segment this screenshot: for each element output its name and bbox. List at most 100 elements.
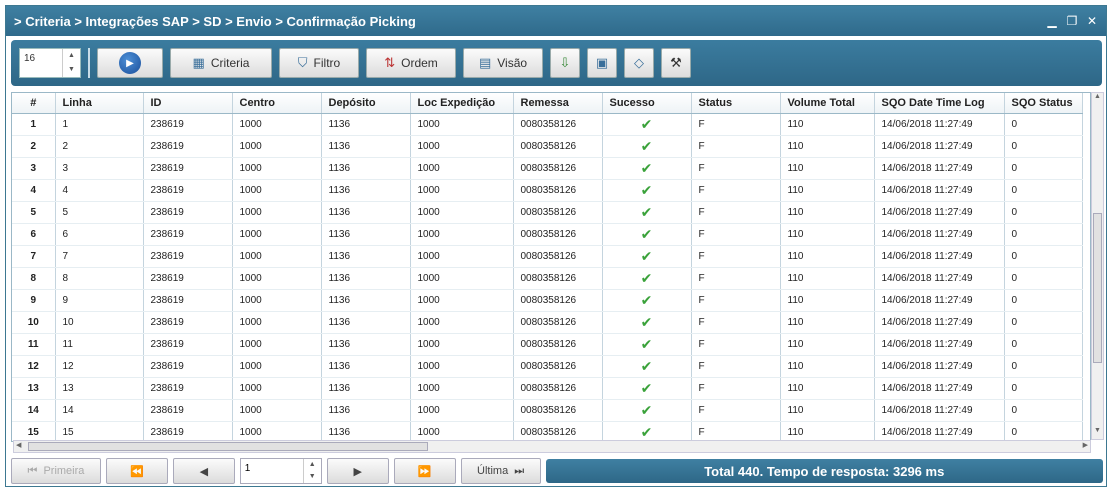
horizontal-scrollbar[interactable]: ◀ ▶ [13, 440, 1091, 453]
stepper-up-icon[interactable]: ▲ [63, 49, 80, 63]
close-icon[interactable]: ✕ [1086, 14, 1098, 28]
row-number: 4 [12, 179, 56, 202]
table-cell: 110 [780, 157, 875, 180]
table-cell: 1000 [232, 311, 322, 334]
last-page-icon: ⏭ [514, 464, 525, 477]
table-cell: 0 [1004, 421, 1083, 441]
table-cell: 14/06/2018 11:27:49 [874, 421, 1005, 441]
page-up-icon[interactable]: ▲ [304, 459, 321, 471]
table-cell: 0080358126 [513, 377, 603, 400]
stepper-down-icon[interactable]: ▼ [63, 63, 80, 77]
page-size-stepper[interactable]: 16 ▲ ▼ [19, 48, 81, 78]
table-row[interactable]: 6 6 238619 1000 1136 1000 0080358126 ✔ F 110 14/06… [12, 223, 1083, 246]
horizontal-scroll-thumb[interactable] [28, 442, 428, 451]
table-cell: F [691, 245, 781, 268]
table-row[interactable]: 5 5 238619 1000 1136 1000 0080358126 ✔ F 110 14/06… [12, 201, 1083, 224]
criteria-button[interactable]: ▦ Criteria [170, 48, 272, 78]
table-row[interactable]: 7 7 238619 1000 1136 1000 0080358126 ✔ F 110 14/06… [12, 245, 1083, 268]
table-row[interactable]: 13 13 238619 1000 1136 1000 0080358126 ✔ F 110 14/… [12, 377, 1083, 400]
next-block-button[interactable]: ⏩ [393, 458, 456, 484]
column-header[interactable]: Remessa [513, 93, 603, 114]
column-header[interactable]: Depósito [321, 93, 411, 114]
table-cell: 1136 [321, 179, 411, 202]
page-size-value[interactable]: 16 [20, 49, 62, 77]
table-cell: 1000 [232, 267, 322, 290]
ordem-button[interactable]: ⇅ Ordem [366, 48, 456, 78]
visao-label: Visão [497, 56, 528, 70]
column-header[interactable]: Loc Expedição [410, 93, 514, 114]
table-cell: 1000 [410, 245, 514, 268]
first-page-button[interactable]: ⏮ Primeira [11, 458, 101, 484]
checkmark-icon: ✔ [602, 267, 692, 290]
vertical-scroll-thumb[interactable] [1093, 213, 1102, 363]
vertical-scrollbar[interactable]: ▲ ▼ [1091, 92, 1104, 440]
table-cell: 1000 [232, 135, 322, 158]
execute-button[interactable]: ▶ [97, 48, 163, 78]
table-cell: 238619 [143, 289, 233, 312]
table-cell: 2 [55, 135, 144, 158]
table-cell: 14/06/2018 11:27:49 [874, 113, 1005, 136]
table-cell: F [691, 157, 781, 180]
table-row[interactable]: 11 11 238619 1000 1136 1000 0080358126 ✔ F 110 14/… [12, 333, 1083, 356]
scroll-up-icon[interactable]: ▲ [1092, 93, 1103, 105]
table-row[interactable]: 12 12 238619 1000 1136 1000 0080358126 ✔ F 110 14/… [12, 355, 1083, 378]
table-row[interactable]: 10 10 238619 1000 1136 1000 0080358126 ✔ F 110 14/… [12, 311, 1083, 334]
column-header[interactable]: Centro [232, 93, 322, 114]
column-header[interactable]: Volume Total [780, 93, 875, 114]
row-number: 15 [12, 421, 56, 441]
view-grid-icon: ▤ [478, 55, 492, 70]
table-cell: 14 [55, 399, 144, 422]
table-row[interactable]: 8 8 238619 1000 1136 1000 0080358126 ✔ F 110 14/06… [12, 267, 1083, 290]
column-header[interactable]: Linha [55, 93, 144, 114]
table-cell: 0080358126 [513, 201, 603, 224]
table-cell: 238619 [143, 355, 233, 378]
column-header[interactable]: ID [143, 93, 233, 114]
table-cell: 1136 [321, 355, 411, 378]
table-cell: 1000 [410, 377, 514, 400]
restore-icon[interactable]: ❐ [1066, 14, 1078, 28]
page-number-stepper[interactable]: 1 ▲ ▼ [239, 458, 322, 484]
table-cell: F [691, 333, 781, 356]
column-header[interactable]: SQO Date Time Log [874, 93, 1005, 114]
table-cell: 1000 [410, 311, 514, 334]
table-cell: 238619 [143, 311, 233, 334]
export-button[interactable]: ⇩ [550, 48, 580, 78]
data-grid: # Linha ID Centro Depósito Loc Expedição Remes… [11, 92, 1091, 442]
tools-button[interactable]: ⚒ [661, 48, 691, 78]
save-button[interactable]: ▣ [587, 48, 617, 78]
table-cell: 1000 [232, 223, 322, 246]
visao-button[interactable]: ▤ Visão [463, 48, 543, 78]
prev-block-button[interactable]: ⏪ [105, 458, 168, 484]
column-header[interactable]: # [12, 93, 56, 114]
table-row[interactable]: 4 4 238619 1000 1136 1000 0080358126 ✔ F 110 14/06… [12, 179, 1083, 202]
fast-forward-icon: ⏩ [417, 465, 432, 478]
minimize-icon[interactable]: ▁ [1046, 14, 1058, 28]
last-page-button[interactable]: Última ⏭ [460, 458, 541, 484]
window-controls: ▁ ❐ ✕ [1046, 14, 1106, 28]
table-cell: 10 [55, 311, 144, 334]
scroll-left-icon[interactable]: ◀ [16, 441, 21, 449]
scroll-down-icon[interactable]: ▼ [1092, 427, 1103, 439]
filtro-button[interactable]: ⛉ Filtro [279, 48, 359, 78]
table-cell: 0080358126 [513, 179, 603, 202]
prev-page-button[interactable]: ◀ [172, 458, 235, 484]
code-button[interactable]: ◇ [624, 48, 654, 78]
column-header[interactable]: Sucesso [602, 93, 692, 114]
table-cell: 0 [1004, 399, 1083, 422]
table-row[interactable]: 15 15 238619 1000 1136 1000 0080358126 ✔ F 110 14/… [12, 421, 1083, 441]
table-row[interactable]: 9 9 238619 1000 1136 1000 0080358126 ✔ F 110 14/06… [12, 289, 1083, 312]
table-cell: 1136 [321, 267, 411, 290]
table-cell: 14/06/2018 11:27:49 [874, 333, 1005, 356]
scroll-right-icon[interactable]: ▶ [1083, 441, 1088, 449]
table-row[interactable]: 3 3 238619 1000 1136 1000 0080358126 ✔ F 110 14/06… [12, 157, 1083, 180]
column-header[interactable]: SQO Status [1004, 93, 1083, 114]
page-down-icon[interactable]: ▼ [304, 471, 321, 483]
page-number-value[interactable]: 1 [241, 459, 303, 483]
table-row[interactable]: 1 1 238619 1000 1136 1000 0080358126 ✔ F 110 14/06… [12, 113, 1083, 136]
next-page-button[interactable]: ▶ [326, 458, 389, 484]
column-header[interactable]: Status [691, 93, 781, 114]
table-row[interactable]: 2 2 238619 1000 1136 1000 0080358126 ✔ F 110 14/06… [12, 135, 1083, 158]
checkmark-icon: ✔ [602, 333, 692, 356]
table-cell: 1136 [321, 399, 411, 422]
table-row[interactable]: 14 14 238619 1000 1136 1000 0080358126 ✔ F 110 14/… [12, 399, 1083, 422]
